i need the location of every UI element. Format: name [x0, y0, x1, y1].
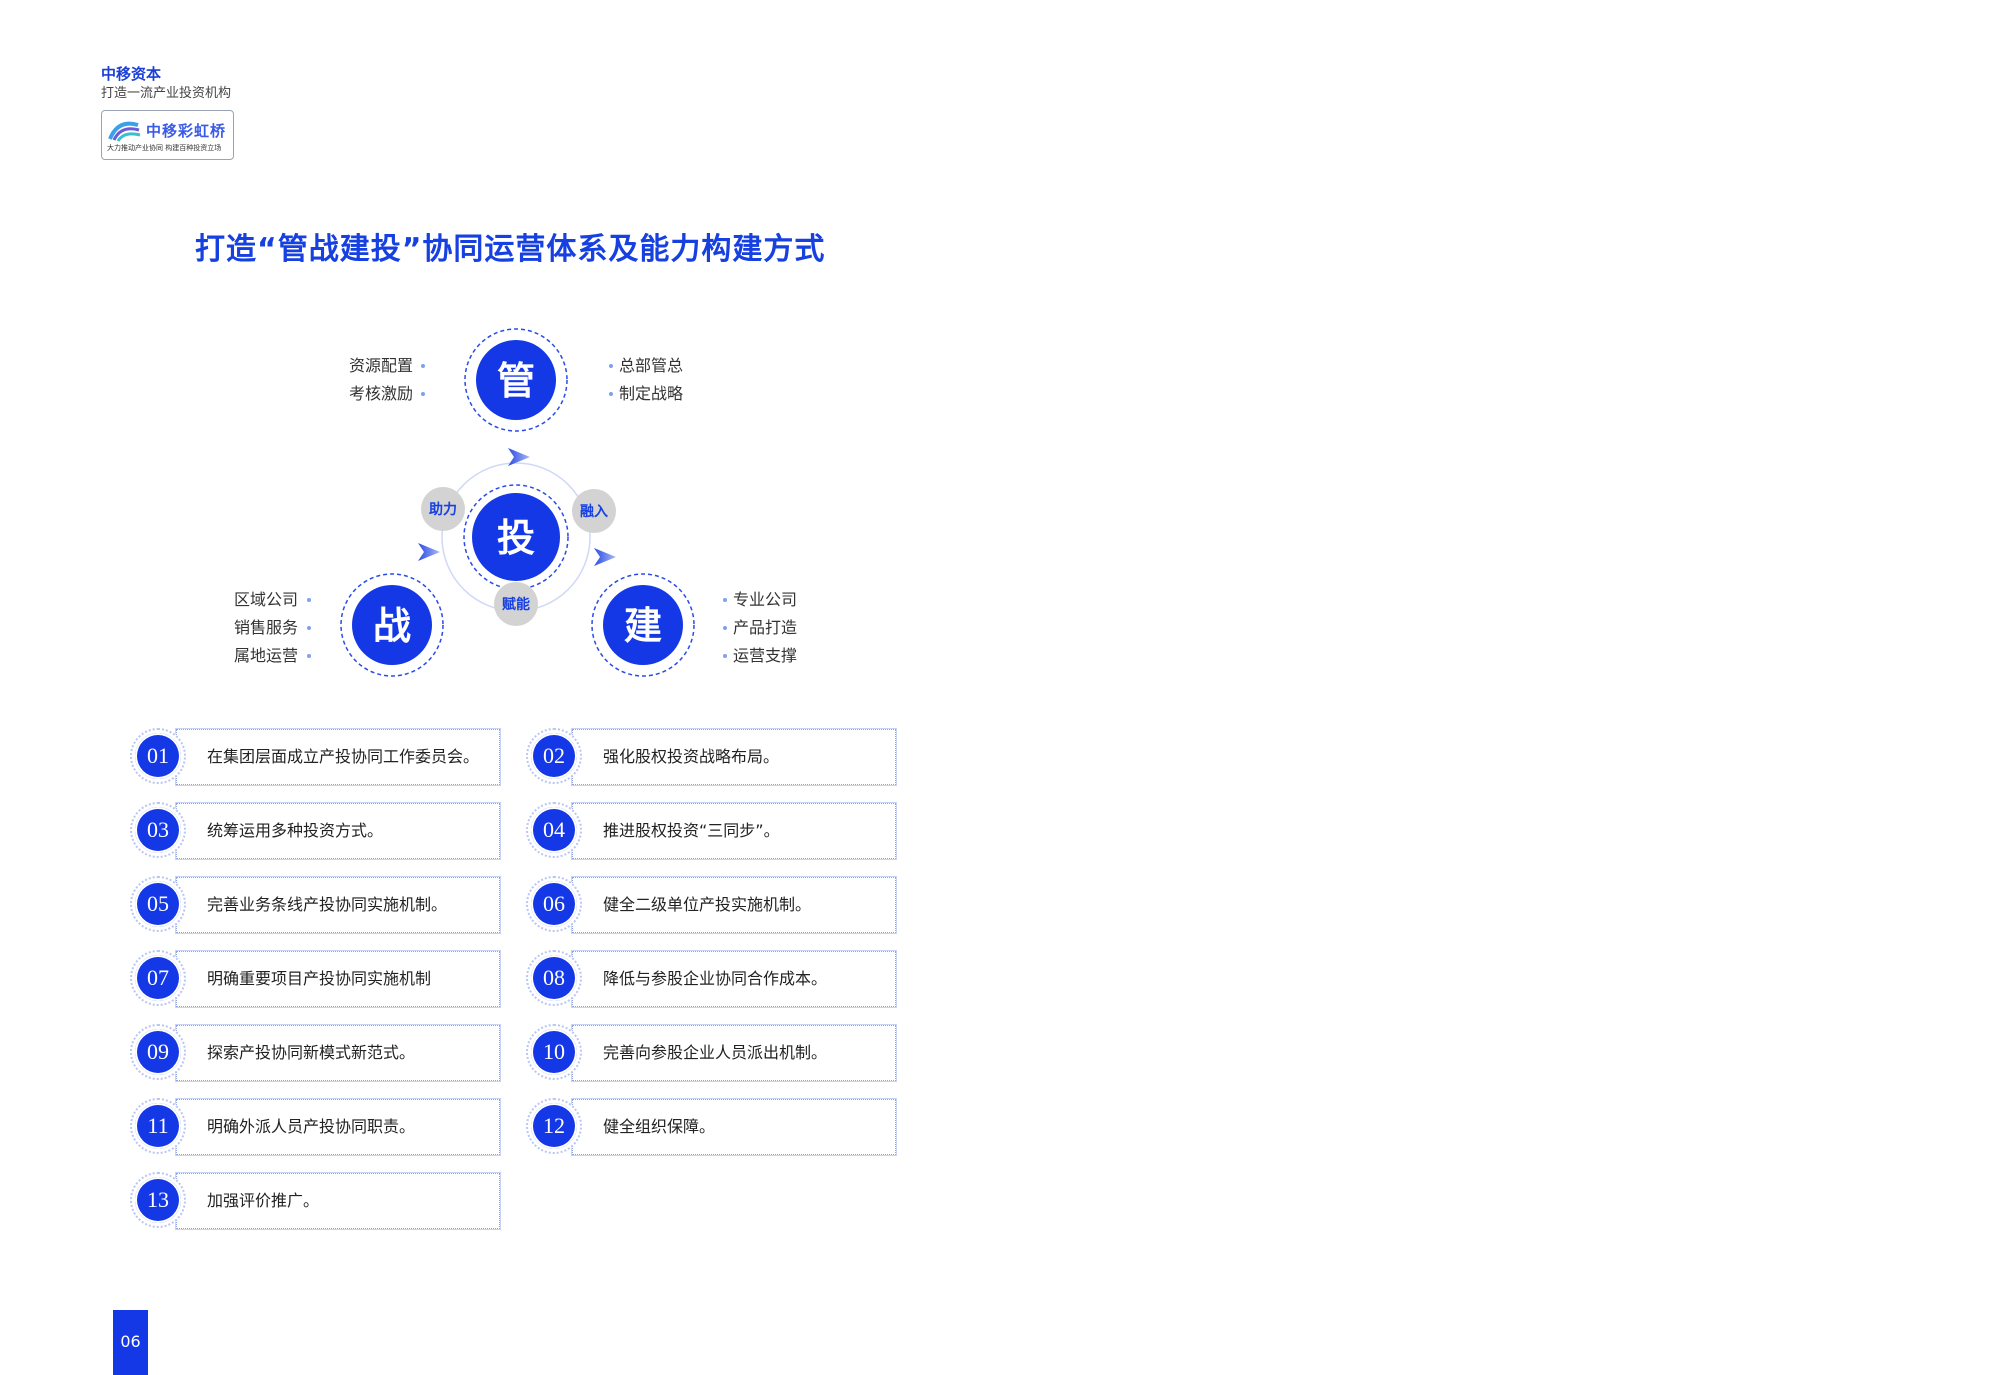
- brand-header: 中移资本 打造一流产业投资机构: [101, 64, 231, 104]
- list-item: 02 强化股权投资战略布局。: [526, 728, 906, 786]
- bottom-left-dashed-ring: [340, 573, 444, 677]
- item-text: 在集团层面成立产投协同工作委员会。: [207, 747, 480, 766]
- top-right-item-1: 总部管总: [619, 356, 683, 375]
- bottom-left-item-3: 属地运营: [234, 646, 298, 665]
- list-item: 03 统筹运用多种投资方式。: [130, 802, 510, 860]
- item-number-badge: 04: [531, 807, 577, 853]
- item-number-badge: 03: [135, 807, 181, 853]
- bottom-left-node-label: 战: [373, 604, 411, 648]
- center-outer-ring: [441, 462, 591, 612]
- rainbow-bridge-logo: 中移彩虹桥 大力推动产业协同 构建百种投资立场: [101, 110, 234, 160]
- list-item: 08 降低与参股企业协同合作成本。: [526, 950, 906, 1008]
- top-node-guan: [476, 340, 556, 420]
- bottom-right-node-label: 建: [624, 604, 662, 648]
- list-item: 09 探索产投协同新模式新范式。: [130, 1024, 510, 1082]
- list-item: 06 健全二级单位产投实施机制。: [526, 876, 906, 934]
- bottom-right-item-2: 产品打造: [733, 618, 797, 637]
- item-number-badge: 10: [531, 1029, 577, 1075]
- link-node-left: [421, 487, 465, 531]
- list-item: 07 明确重要项目产投协同实施机制: [130, 950, 510, 1008]
- item-number-badge: 13: [135, 1177, 181, 1223]
- list-item: 11 明确外派人员产投协同职责。: [130, 1098, 510, 1156]
- arrow-right: [594, 548, 616, 566]
- item-number-badge: 07: [135, 955, 181, 1001]
- item-text: 强化股权投资战略布局。: [603, 747, 780, 766]
- item-number-badge: 11: [135, 1103, 181, 1149]
- bottom-right-item-3: 运营支撑: [733, 646, 797, 665]
- rainbow-icon: [108, 121, 141, 142]
- link-label-bottom: 赋能: [502, 596, 530, 613]
- link-node-bottom: [494, 582, 538, 626]
- item-number-badge: 09: [135, 1029, 181, 1075]
- brand-slogan: 打造一流产业投资机构: [101, 86, 232, 101]
- top-dashed-ring: [464, 328, 568, 432]
- logo-subtitle: 大力推动产业协同 构建百种投资立场: [107, 144, 222, 152]
- brand-name: 中移资本: [101, 65, 162, 83]
- item-number-badge: 12: [531, 1103, 577, 1149]
- list-item: 13 加强评价推广。: [130, 1172, 510, 1230]
- item-text: 探索产投协同新模式新范式。: [207, 1043, 416, 1062]
- item-text: 推进股权投资“三同步”。: [603, 821, 780, 840]
- item-number-badge: 08: [531, 955, 577, 1001]
- list-item: 04 推进股权投资“三同步”。: [526, 802, 906, 860]
- item-number-badge: 06: [531, 881, 577, 927]
- bottom-right-dashed-ring: [591, 573, 695, 677]
- center-node-tou: [472, 493, 560, 581]
- item-text: 降低与参股企业协同合作成本。: [603, 969, 828, 988]
- list-item: 05 完善业务条线产投协同实施机制。: [130, 876, 510, 934]
- list-item: 12 健全组织保障。: [526, 1098, 906, 1156]
- item-number-badge: 01: [135, 733, 181, 779]
- item-text: 健全二级单位产投实施机制。: [603, 895, 812, 914]
- center-dashed-ring: [463, 484, 569, 590]
- top-left-item-1: 资源配置: [349, 356, 413, 375]
- list-item: 01 在集团层面成立产投协同工作委员会。: [130, 728, 510, 786]
- item-text: 统筹运用多种投资方式。: [207, 821, 384, 840]
- bottom-left-item-2: 销售服务: [234, 618, 298, 637]
- arrow-top: [508, 448, 530, 466]
- item-text: 完善业务条线产投协同实施机制。: [207, 895, 448, 914]
- item-text: 明确外派人员产投协同职责。: [207, 1117, 416, 1136]
- arrow-left: [418, 543, 440, 561]
- item-text: 加强评价推广。: [207, 1191, 320, 1210]
- page-title: 打造“管战建投”协同运营体系及能力构建方式: [195, 232, 826, 267]
- item-number-badge: 02: [531, 733, 577, 779]
- link-label-right: 融入: [580, 503, 608, 520]
- center-node-label: 投: [497, 516, 535, 560]
- list-item: 10 完善向参股企业人员派出机制。: [526, 1024, 906, 1082]
- top-left-item-2: 考核激励: [349, 384, 413, 403]
- page-number: 06: [113, 1310, 148, 1375]
- top-right-item-2: 制定战略: [619, 384, 683, 403]
- bottom-right-node-jian: [603, 585, 683, 665]
- link-node-right: [572, 489, 616, 533]
- bottom-right-item-1: 专业公司: [733, 590, 797, 609]
- link-label-left: 助力: [429, 501, 457, 518]
- item-text: 健全组织保障。: [603, 1117, 716, 1136]
- item-number-badge: 05: [135, 881, 181, 927]
- item-text: 明确重要项目产投协同实施机制: [207, 969, 432, 988]
- bottom-left-item-1: 区域公司: [234, 590, 298, 609]
- item-text: 完善向参股企业人员派出机制。: [603, 1043, 828, 1062]
- top-node-label: 管: [497, 359, 535, 403]
- bottom-left-node-zhan: [352, 585, 432, 665]
- guan-zhan-jian-tou-diagram: 投 管 战 建 助力 融入 赋能 资源配置 考核激励 总部管总 制定战略 区域公…: [234, 328, 797, 677]
- logo-title: 中移彩虹桥: [146, 122, 227, 140]
